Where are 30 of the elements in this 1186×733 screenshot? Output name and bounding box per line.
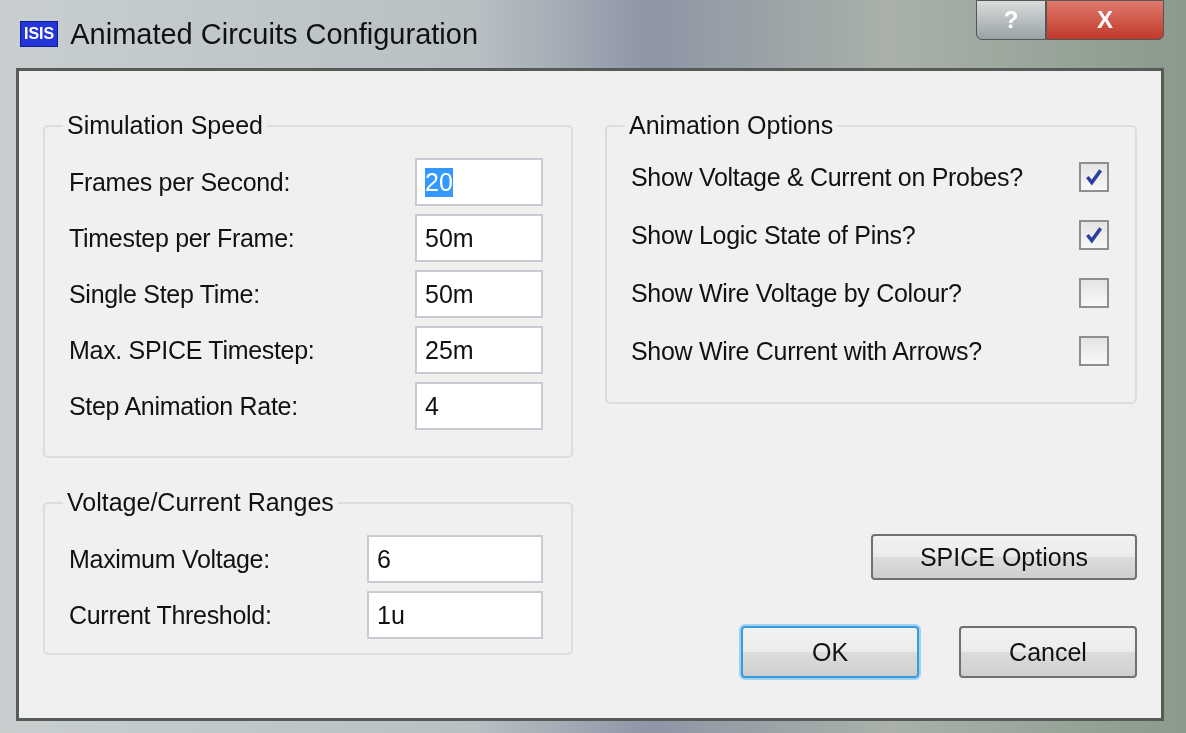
input-field[interactable]: 50m: [415, 270, 543, 318]
input-field[interactable]: 1u: [367, 591, 543, 639]
dialog-button[interactable]: Cancel: [959, 626, 1137, 678]
option-label: Show Logic State of Pins?: [631, 220, 916, 250]
option-label: Show Wire Current with Arrows?: [631, 336, 982, 366]
window-title: Animated Circuits Configuration: [70, 17, 479, 51]
input-field[interactable]: 25m: [415, 326, 543, 374]
group-title: Animation Options: [628, 111, 835, 140]
field-label: Max. SPICE Timestep:: [69, 335, 315, 365]
option-label: Show Wire Voltage by Colour?: [631, 278, 962, 308]
field-label: Frames per Second:: [69, 167, 291, 197]
close-button[interactable]: X: [1046, 0, 1164, 40]
dialog-button[interactable]: OK: [741, 626, 919, 678]
option-label: Show Voltage & Current on Probes?: [631, 162, 1023, 192]
field-label: Current Threshold:: [69, 600, 272, 630]
input-field[interactable]: 6: [367, 535, 543, 583]
spice-options-button[interactable]: SPICE Options: [871, 534, 1137, 580]
group-title: Voltage/Current Ranges: [66, 488, 335, 517]
app-icon: ISIS: [20, 21, 59, 47]
field-label: Single Step Time:: [69, 279, 260, 309]
input-field[interactable]: 4: [415, 382, 543, 430]
checkbox[interactable]: [1079, 220, 1109, 250]
checkbox[interactable]: [1079, 336, 1109, 366]
input-field[interactable]: 50m: [415, 214, 543, 262]
field-label: Timestep per Frame:: [69, 223, 295, 253]
field-label: Step Animation Rate:: [69, 391, 298, 421]
group-title: Simulation Speed: [66, 111, 264, 140]
checkbox[interactable]: [1079, 278, 1109, 308]
field-label: Maximum Voltage:: [69, 544, 270, 574]
checkbox[interactable]: [1079, 162, 1109, 192]
